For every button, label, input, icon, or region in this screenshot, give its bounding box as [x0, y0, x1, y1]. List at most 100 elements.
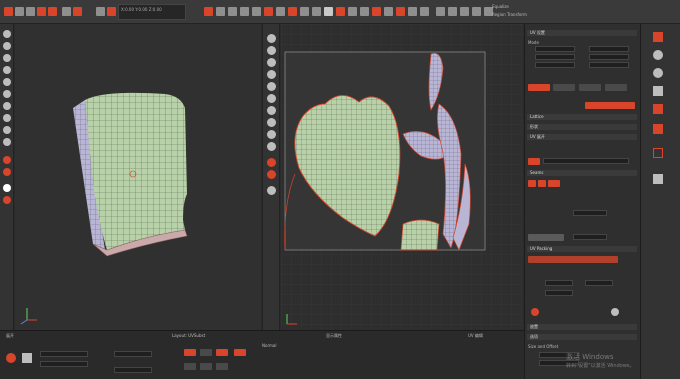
world-icon[interactable]	[252, 7, 261, 16]
mode-field[interactable]	[535, 46, 575, 52]
shape-sphere-icon[interactable]	[653, 50, 663, 60]
dropper-icon[interactable]	[653, 174, 663, 184]
apply-button[interactable]	[585, 102, 635, 109]
close-icon[interactable]	[204, 7, 213, 16]
bottom-field-a[interactable]	[114, 351, 152, 357]
seam-field[interactable]	[543, 158, 629, 164]
margin-value-field[interactable]	[573, 234, 607, 240]
uv-scale-icon[interactable]	[267, 118, 276, 127]
seam-b-button[interactable]	[538, 180, 546, 187]
count-value-field[interactable]	[573, 210, 607, 216]
size-value-field[interactable]	[545, 280, 573, 286]
uv-viewport[interactable]	[281, 24, 523, 330]
section-lattice[interactable]: Lattice	[527, 114, 637, 120]
relax-icon[interactable]	[336, 7, 345, 16]
size-field[interactable]	[589, 54, 629, 60]
shape-button[interactable]	[579, 84, 601, 91]
unwrap-value-field[interactable]	[40, 351, 88, 357]
uv-rotate-icon[interactable]	[267, 106, 276, 115]
lattice-button[interactable]	[553, 84, 575, 91]
seam-a-button[interactable]	[528, 180, 536, 187]
shape-cup-icon[interactable]	[653, 86, 663, 96]
uv-cylinder-icon[interactable]	[267, 58, 276, 67]
rotation-value-field[interactable]	[545, 290, 573, 296]
section-uv-settings[interactable]: UV 设置	[527, 30, 637, 36]
color-swatch[interactable]	[528, 234, 564, 241]
redo-icon[interactable]	[107, 7, 116, 16]
layout-tool-1[interactable]	[184, 349, 196, 356]
cone-tool-icon[interactable]	[3, 66, 11, 74]
rotation-field[interactable]	[589, 62, 629, 68]
rotate-icon[interactable]	[62, 7, 71, 16]
target-tool-icon[interactable]	[3, 168, 11, 176]
pyramid-tool-icon[interactable]	[3, 126, 11, 134]
torus-tool-icon[interactable]	[3, 78, 11, 86]
section-placement[interactable]: 放置	[527, 324, 637, 330]
cut-icon[interactable]	[312, 7, 321, 16]
section-shape[interactable]: 形状	[527, 124, 637, 130]
layout-tool-2[interactable]	[200, 349, 212, 356]
frame-icon[interactable]	[472, 7, 481, 16]
uv-cross-icon[interactable]	[267, 158, 276, 167]
open-icon[interactable]	[15, 7, 24, 16]
3d-viewport[interactable]	[15, 24, 261, 330]
scale-icon[interactable]	[73, 7, 82, 16]
uv-planar-icon[interactable]	[267, 70, 276, 79]
layout-tool-6[interactable]	[200, 363, 212, 370]
cube-tool-icon[interactable]	[3, 42, 11, 50]
layout-tool-5[interactable]	[184, 363, 196, 370]
snap-icon[interactable]	[228, 7, 237, 16]
brush-tool-icon[interactable]	[3, 196, 11, 204]
move-icon[interactable]	[48, 7, 57, 16]
tube-tool-icon[interactable]	[3, 114, 11, 122]
select-icon[interactable]	[37, 7, 46, 16]
uv-box-icon[interactable]	[267, 46, 276, 55]
weld-icon[interactable]	[300, 7, 309, 16]
new-icon[interactable]	[4, 7, 13, 16]
disc-tool-icon[interactable]	[3, 102, 11, 110]
offset-value-field[interactable]	[585, 280, 613, 286]
margin-field[interactable]	[589, 46, 629, 52]
count-field[interactable]	[535, 62, 575, 68]
pack-icon[interactable]	[372, 7, 381, 16]
seam-c-button[interactable]	[548, 180, 560, 187]
uv-light-icon[interactable]	[267, 186, 276, 195]
unwrap-value-field-2[interactable]	[40, 361, 88, 367]
section-uv-packing[interactable]: UV Packing	[527, 246, 637, 252]
camera-icon[interactable]	[420, 7, 429, 16]
lock-icon[interactable]	[436, 7, 445, 16]
checker-icon[interactable]	[384, 7, 393, 16]
uv-target-icon[interactable]	[267, 170, 276, 179]
capsule-tool-icon[interactable]	[3, 138, 11, 146]
preset-button[interactable]	[605, 84, 627, 91]
layout-tool-3[interactable]	[216, 349, 228, 356]
cross-tool-icon[interactable]	[3, 156, 11, 164]
frame-icon[interactable]	[653, 148, 663, 158]
uv-move-icon[interactable]	[267, 94, 276, 103]
cylinder-tool-icon[interactable]	[3, 54, 11, 62]
pack-button-icon[interactable]	[531, 308, 539, 316]
sphere-tool-icon[interactable]	[3, 30, 11, 38]
local-icon[interactable]	[240, 7, 249, 16]
save-icon[interactable]	[26, 7, 35, 16]
seam-toggle-button[interactable]	[528, 158, 540, 165]
uv-view-icon[interactable]	[267, 82, 276, 91]
layout-tool-7[interactable]	[216, 363, 228, 370]
layout-tool-4[interactable]	[234, 349, 246, 356]
uv-sphere-icon[interactable]	[267, 34, 276, 43]
cursor-tool-icon[interactable]	[653, 32, 663, 42]
snap-grid-icon[interactable]	[448, 7, 457, 16]
brush-icon[interactable]	[653, 124, 663, 134]
plane-tool-icon[interactable]	[3, 90, 11, 98]
section-seams[interactable]: Seams	[527, 170, 637, 176]
straighten-icon[interactable]	[348, 7, 357, 16]
unwrap-button[interactable]	[528, 84, 550, 91]
reset-button-icon[interactable]	[611, 308, 619, 316]
light-tool-icon[interactable]	[3, 184, 11, 192]
undo-icon[interactable]	[96, 7, 105, 16]
bottom-field-b[interactable]	[114, 367, 152, 373]
stitch-icon[interactable]	[324, 7, 333, 16]
panel-tab[interactable]: Region Transform	[492, 12, 527, 17]
tile-icon[interactable]	[460, 7, 469, 16]
pivot-icon[interactable]	[264, 7, 273, 16]
